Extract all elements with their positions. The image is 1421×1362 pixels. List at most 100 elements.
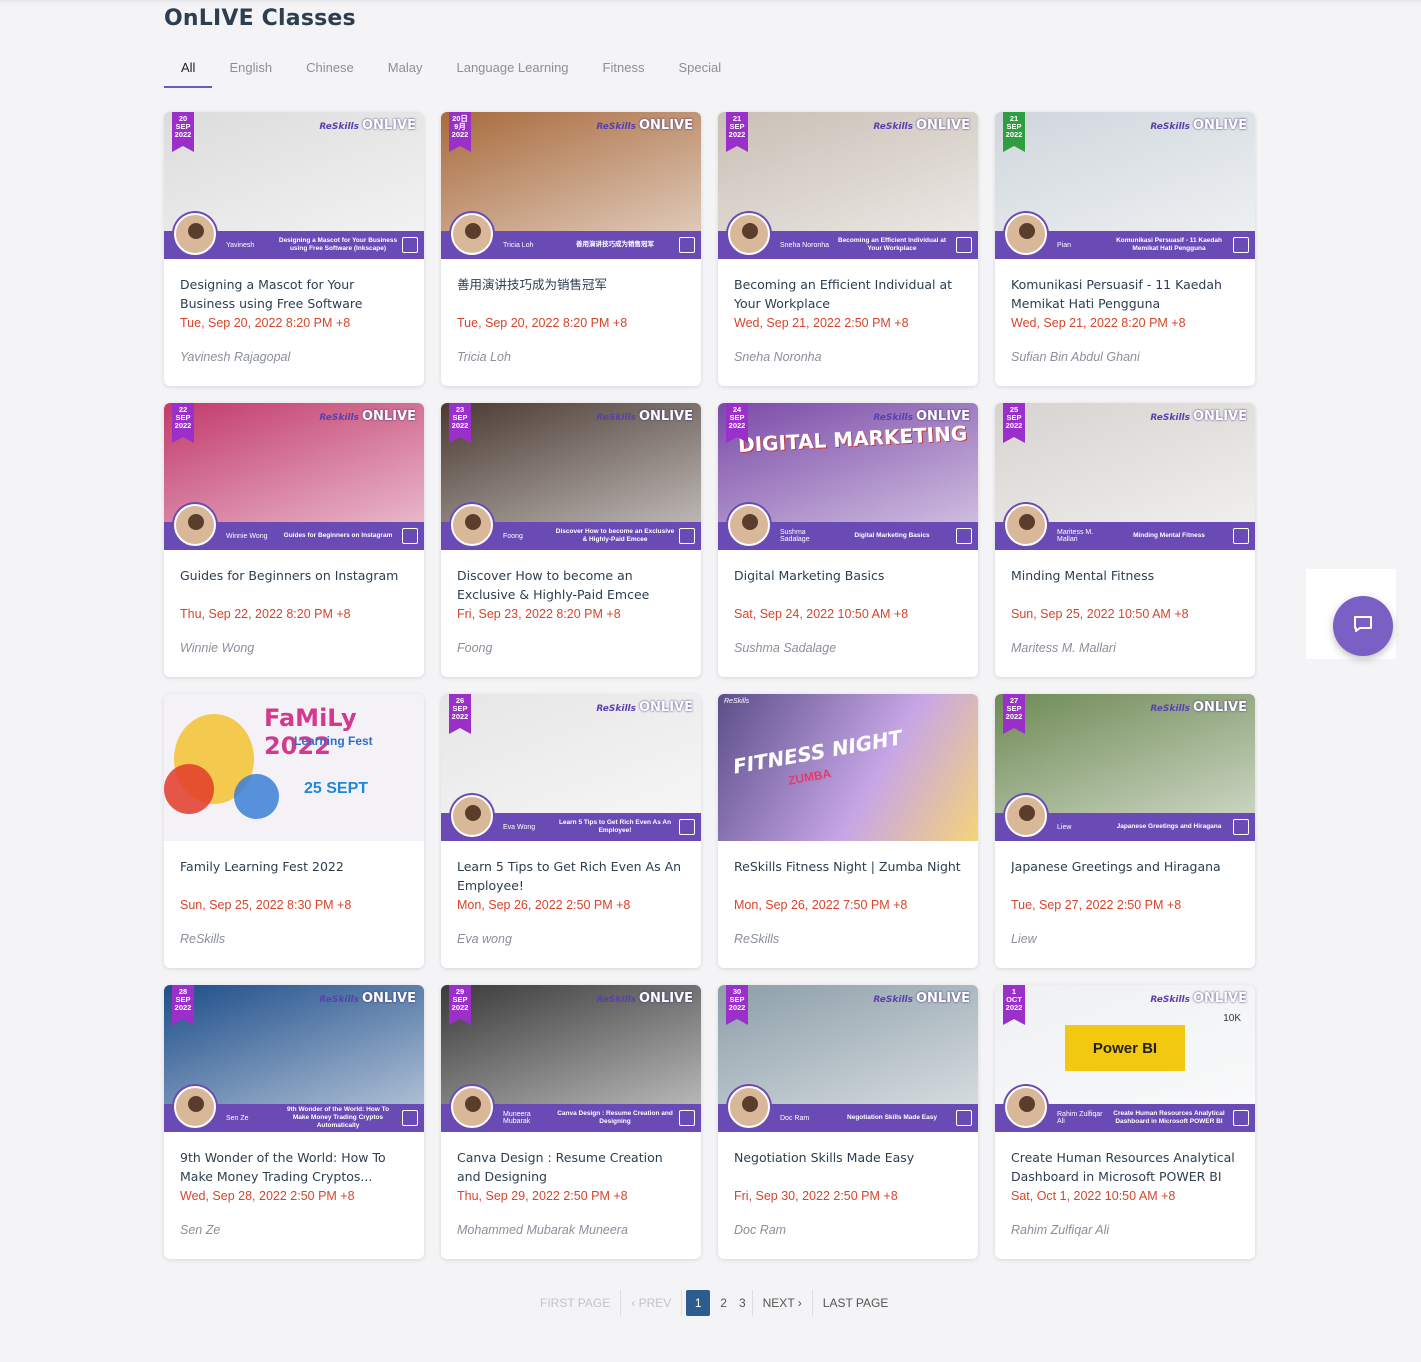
page-3-button[interactable]: 3: [733, 1290, 753, 1316]
class-title[interactable]: Family Learning Fest 2022: [180, 857, 408, 895]
class-card[interactable]: ReSkills ONLIVE 26 SEP 2022 Eva Wong Lear…: [441, 694, 701, 968]
top-bar: [0, 0, 1421, 2]
class-date: Sat, Sep 24, 2022 10:50 AM +8: [734, 607, 909, 621]
class-card[interactable]: ReSkills ONLIVE 25 SEP 2022 Maritess M. M…: [995, 403, 1255, 677]
class-card[interactable]: ReSkills ONLIVE 27 SEP 2022 Liew Japanese…: [995, 694, 1255, 968]
class-card[interactable]: ReSkills ONLIVE 22 SEP 2022 Winnie Wong G…: [164, 403, 424, 677]
chat-button[interactable]: [1333, 596, 1393, 656]
class-title[interactable]: Guides for Beginners on Instagram: [180, 566, 408, 604]
class-title[interactable]: Komunikasi Persuasif - 11 Kaedah Memikat…: [1011, 275, 1239, 313]
class-card[interactable]: ReSkills ONLIVE 21 SEP 2022 Pian Komunika…: [995, 112, 1255, 386]
category-icon: [402, 528, 418, 544]
class-title[interactable]: 善用演讲技巧成为销售冠军: [457, 275, 685, 313]
first-page-button[interactable]: FIRST PAGE: [530, 1290, 622, 1316]
class-info: Guides for Beginners on Instagram Thu, S…: [164, 550, 424, 655]
class-thumbnail[interactable]: ReSkills ONLIVE 23 SEP 2022 Foong Discove…: [441, 403, 701, 550]
class-card[interactable]: ReSkills ONLIVE 30 SEP 2022 Doc Ram Negot…: [718, 985, 978, 1259]
class-thumbnail[interactable]: ReSkills ONLIVE 30 SEP 2022 Doc Ram Negot…: [718, 985, 978, 1132]
class-title[interactable]: Create Human Resources Analytical Dashbo…: [1011, 1148, 1239, 1186]
class-title[interactable]: Negotiation Skills Made Easy: [734, 1148, 962, 1186]
class-date: Mon, Sep 26, 2022 7:50 PM +8: [734, 898, 908, 912]
class-thumbnail[interactable]: ReSkills ONLIVE 20日 9月 2022 Tricia Loh 善用…: [441, 112, 701, 259]
page-title: OnLIVE Classes: [164, 6, 356, 31]
avatar: [451, 213, 493, 255]
onlive-logo: ReSkills ONLIVE: [873, 991, 970, 1006]
class-title[interactable]: Designing a Mascot for Your Business usi…: [180, 275, 408, 313]
class-title[interactable]: 9th Wonder of the World: How To Make Mon…: [180, 1148, 408, 1186]
class-card[interactable]: FITNESS NIGHT ZUMBA ReSkills ReSkills Fi…: [718, 694, 978, 968]
onlive-logo: ReSkills ONLIVE: [319, 991, 416, 1006]
onlive-logo: ReSkills ONLIVE: [873, 409, 970, 424]
class-author: Rahim Zulfiqar Ali: [1011, 1223, 1110, 1237]
onlive-logo: ReSkills ONLIVE: [596, 409, 693, 424]
class-thumbnail[interactable]: ReSkills ONLIVE 22 SEP 2022 Winnie Wong G…: [164, 403, 424, 550]
class-thumbnail[interactable]: ReSkills ONLIVE 25 SEP 2022 Maritess M. M…: [995, 403, 1255, 550]
tab-malay[interactable]: Malay: [371, 50, 440, 88]
class-thumbnail[interactable]: ReSkills ONLIVE 21 SEP 2022 Pian Komunika…: [995, 112, 1255, 259]
family-subtitle: Learning Fest: [294, 734, 373, 748]
class-card[interactable]: ReSkills ONLIVE 20日 9月 2022 Tricia Loh 善用…: [441, 112, 701, 386]
page-1-button[interactable]: 1: [686, 1290, 711, 1316]
date-ribbon: 23 SEP 2022: [449, 403, 471, 443]
tab-language-learning[interactable]: Language Learning: [439, 50, 585, 88]
date-ribbon: 24 SEP 2022: [726, 403, 748, 443]
class-thumbnail[interactable]: ReSkills ONLIVE 20 SEP 2022 Yavinesh Desi…: [164, 112, 424, 259]
class-card[interactable]: ReSkills ONLIVE 20 SEP 2022 Yavinesh Desi…: [164, 112, 424, 386]
class-thumbnail[interactable]: FITNESS NIGHT ZUMBA ReSkills: [718, 694, 978, 841]
class-info: Discover How to become an Exclusive & Hi…: [441, 550, 701, 655]
last-page-button[interactable]: LAST PAGE: [813, 1290, 899, 1316]
class-date: Sat, Oct 1, 2022 10:50 AM +8: [1011, 1189, 1176, 1203]
class-card[interactable]: ReSkills ONLIVE 23 SEP 2022 Foong Discove…: [441, 403, 701, 677]
onlive-logo: ReSkills ONLIVE: [1150, 700, 1247, 715]
class-title[interactable]: Discover How to become an Exclusive & Hi…: [457, 566, 685, 604]
tab-english[interactable]: English: [212, 50, 289, 88]
avatar: [1005, 504, 1047, 546]
class-card[interactable]: FaMiLy 2022 Learning Fest 25 SEPT Family…: [164, 694, 424, 968]
class-title[interactable]: Japanese Greetings and Hiragana: [1011, 857, 1239, 895]
class-thumbnail[interactable]: ReSkills ONLIVE 26 SEP 2022 Eva Wong Lear…: [441, 694, 701, 841]
class-thumbnail[interactable]: FaMiLy 2022 Learning Fest 25 SEPT: [164, 694, 424, 841]
avatar: [728, 504, 770, 546]
class-card[interactable]: ReSkills ONLIVE 29 SEP 2022 Muneera Mubar…: [441, 985, 701, 1259]
class-card[interactable]: DIGITAL MARKETING ReSkills ONLIVE 24 SEP …: [718, 403, 978, 677]
pagination: FIRST PAGE ‹ PREV 1 2 3 NEXT › LAST PAGE: [530, 1290, 898, 1316]
class-title[interactable]: ReSkills Fitness Night | Zumba Night: [734, 857, 962, 895]
tab-fitness[interactable]: Fitness: [586, 50, 662, 88]
class-author: Sneha Noronha: [734, 350, 822, 364]
class-title[interactable]: Canva Design : Resume Creation and Desig…: [457, 1148, 685, 1186]
onlive-logo: ReSkills ONLIVE: [319, 118, 416, 133]
class-thumbnail[interactable]: ReSkills ONLIVE 29 SEP 2022 Muneera Mubar…: [441, 985, 701, 1132]
prev-page-button[interactable]: ‹ PREV: [621, 1290, 683, 1316]
family-date: 25 SEPT: [304, 780, 369, 797]
date-ribbon: 22 SEP 2022: [172, 403, 194, 443]
category-icon: [956, 528, 972, 544]
class-card[interactable]: ReSkills ONLIVE 28 SEP 2022 Sen Ze 9th Wo…: [164, 985, 424, 1259]
class-thumbnail[interactable]: ReSkills ONLIVE 27 SEP 2022 Liew Japanese…: [995, 694, 1255, 841]
class-info: Learn 5 Tips to Get Rich Even As An Empl…: [441, 841, 701, 946]
class-card[interactable]: Power BI 10K ReSkills ONLIVE 1 OCT 2022 R…: [995, 985, 1255, 1259]
class-title[interactable]: Digital Marketing Basics: [734, 566, 962, 604]
avatar: [1005, 1086, 1047, 1128]
class-title[interactable]: Learn 5 Tips to Get Rich Even As An Empl…: [457, 857, 685, 895]
class-thumbnail[interactable]: DIGITAL MARKETING ReSkills ONLIVE 24 SEP …: [718, 403, 978, 550]
category-icon: [1233, 237, 1249, 253]
class-thumbnail[interactable]: ReSkills ONLIVE 28 SEP 2022 Sen Ze 9th Wo…: [164, 985, 424, 1132]
class-date: Wed, Sep 28, 2022 2:50 PM +8: [180, 1189, 355, 1203]
class-grid: ReSkills ONLIVE 20 SEP 2022 Yavinesh Desi…: [164, 112, 1255, 1259]
tab-chinese[interactable]: Chinese: [289, 50, 371, 88]
class-title[interactable]: Minding Mental Fitness: [1011, 566, 1239, 604]
class-title[interactable]: Becoming an Efficient Individual at Your…: [734, 275, 962, 313]
tab-all[interactable]: All: [164, 50, 213, 88]
class-thumbnail[interactable]: Power BI 10K ReSkills ONLIVE 1 OCT 2022 R…: [995, 985, 1255, 1132]
avatar: [451, 1086, 493, 1128]
tab-special[interactable]: Special: [661, 50, 738, 88]
onlive-logo: ReSkills ONLIVE: [319, 409, 416, 424]
class-info: Digital Marketing Basics Sat, Sep 24, 20…: [718, 550, 978, 655]
date-ribbon: 25 SEP 2022: [1003, 403, 1025, 443]
class-thumbnail[interactable]: ReSkills ONLIVE 21 SEP 2022 Sneha Noronha…: [718, 112, 978, 259]
page-2-button[interactable]: 2: [714, 1290, 733, 1316]
class-info: Designing a Mascot for Your Business usi…: [164, 259, 424, 364]
class-card[interactable]: ReSkills ONLIVE 21 SEP 2022 Sneha Noronha…: [718, 112, 978, 386]
next-page-button[interactable]: NEXT ›: [753, 1290, 813, 1316]
class-info: 9th Wonder of the World: How To Make Mon…: [164, 1132, 424, 1237]
